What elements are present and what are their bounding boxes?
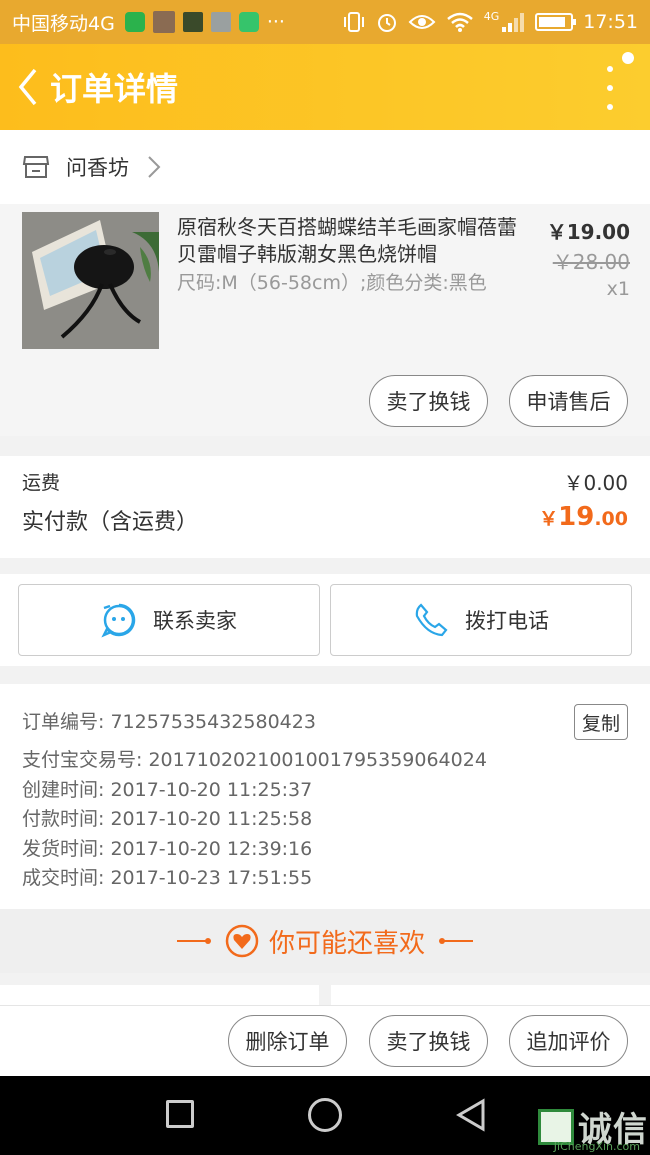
more-notifications-icon: ··· — [266, 11, 285, 33]
call-phone-label: 拨打电话 — [465, 609, 549, 633]
wechat-icon — [124, 12, 145, 32]
shop-icon — [22, 156, 50, 178]
shipping-value: ￥0.00 — [563, 471, 628, 495]
back-button[interactable] — [6, 44, 50, 130]
page-title: 订单详情 — [50, 70, 179, 108]
order-number: 订单编号: 71257535432580423 — [22, 711, 316, 733]
product-original-price: ￥28.00 — [552, 250, 630, 274]
notification-dot — [622, 52, 634, 64]
recommend-card[interactable] — [331, 985, 650, 1005]
contact-seller-label: 联系卖家 — [153, 609, 237, 633]
more-dot-icon — [607, 104, 613, 110]
product-price: ￥19.00 — [546, 220, 630, 244]
completed-time: 成交时间: 2017-10-23 17:51:55 — [22, 867, 313, 890]
phone-icon — [415, 603, 448, 637]
contact-section: 联系卖家 拨打电话 — [0, 574, 650, 666]
photo-notification-icon — [152, 11, 175, 33]
message-icon — [238, 12, 259, 32]
clock: 17:51 — [583, 11, 638, 33]
bottom-action-bar: 删除订单 卖了换钱 追加评价 — [0, 1005, 650, 1076]
watermark: 诚信 JiChengXin.com — [538, 1102, 648, 1153]
alipay-number: 支付宝交易号: 2017102021001001795359064024 — [22, 749, 487, 771]
chevron-right-icon — [148, 156, 161, 178]
total-currency: ￥ — [539, 508, 559, 530]
recommend-cards — [0, 973, 650, 1005]
more-dot-icon — [607, 66, 613, 72]
heart-icon — [225, 924, 259, 958]
vibrate-icon — [343, 12, 364, 32]
shop-name: 问香坊 — [66, 156, 129, 180]
app-notification-icon — [182, 12, 203, 32]
product-title: 原宿秋冬天百搭蝴蝶结羊毛画家帽蓓蕾贝雷帽子韩版潮女黑色烧饼帽 — [177, 215, 517, 266]
price-summary: 运费 ￥0.00 实付款（含运费） ￥19.00 — [0, 456, 650, 558]
product-thumbnail — [22, 212, 159, 349]
sell-exchange-button-bottom[interactable]: 卖了换钱 — [369, 1015, 488, 1067]
shipped-time: 发货时间: 2017-10-20 12:39:16 — [22, 837, 313, 860]
watermark-sub: JiChengXin.com — [553, 1140, 640, 1153]
beret-photo-icon — [22, 212, 159, 349]
recommend-card[interactable] — [0, 985, 319, 1005]
copy-button[interactable]: 复制 — [574, 704, 628, 740]
order-info: 订单编号: 71257535432580423 支付宝交易号: 20171020… — [0, 684, 650, 909]
shop-row[interactable]: 问香坊 — [0, 130, 650, 204]
carrier-label: 中国移动4G — [12, 12, 115, 35]
divider-left — [176, 938, 211, 944]
product-quantity: x1 — [606, 278, 630, 300]
gallery-notification-icon — [210, 12, 231, 32]
shipping-label: 运费 — [22, 472, 61, 494]
network-type: 4G — [483, 9, 500, 23]
more-dot-icon — [607, 85, 613, 91]
system-nav-bar: 诚信 JiChengXin.com — [0, 1076, 650, 1155]
signal-icon — [502, 13, 525, 32]
home-button[interactable] — [308, 1098, 342, 1132]
chat-bubble-icon — [101, 603, 136, 638]
more-menu-button[interactable] — [600, 66, 620, 110]
paid-time: 付款时间: 2017-10-20 11:25:58 — [22, 808, 313, 831]
title-bar: 订单详情 — [0, 44, 650, 130]
created-time: 创建时间: 2017-10-20 11:25:37 — [22, 778, 313, 801]
delete-order-button[interactable]: 删除订单 — [228, 1015, 347, 1067]
recents-button[interactable] — [166, 1100, 194, 1128]
recommend-title: 你可能还喜欢 — [268, 928, 425, 959]
product-spec: 尺码:M（56-58cm）;颜色分类:黑色 — [177, 272, 487, 294]
wifi-icon — [446, 12, 473, 32]
battery-icon — [535, 13, 577, 31]
total-integer: 19 — [558, 502, 595, 532]
eye-icon — [408, 15, 436, 29]
total-decimal: .00 — [594, 508, 628, 530]
sell-exchange-button[interactable]: 卖了换钱 — [369, 375, 488, 427]
total-value: ￥19.00 — [539, 502, 628, 532]
call-phone-button[interactable]: 拨打电话 — [330, 584, 632, 656]
chevron-left-icon — [18, 68, 37, 106]
contact-seller-button[interactable]: 联系卖家 — [18, 584, 320, 656]
alarm-icon — [377, 14, 396, 32]
product-card[interactable]: 原宿秋冬天百搭蝴蝶结羊毛画家帽蓓蕾贝雷帽子韩版潮女黑色烧饼帽 尺码:M（56-5… — [0, 204, 650, 436]
divider-right — [439, 938, 473, 944]
status-bar: 中国移动4G ··· 4G 17:51 — [0, 0, 650, 44]
recommend-header: 你可能还喜欢 — [0, 909, 650, 973]
after-sale-button[interactable]: 申请售后 — [509, 375, 628, 427]
back-triangle-icon[interactable] — [455, 1098, 487, 1132]
total-label: 实付款（含运费） — [22, 510, 199, 535]
add-review-button[interactable]: 追加评价 — [509, 1015, 628, 1067]
